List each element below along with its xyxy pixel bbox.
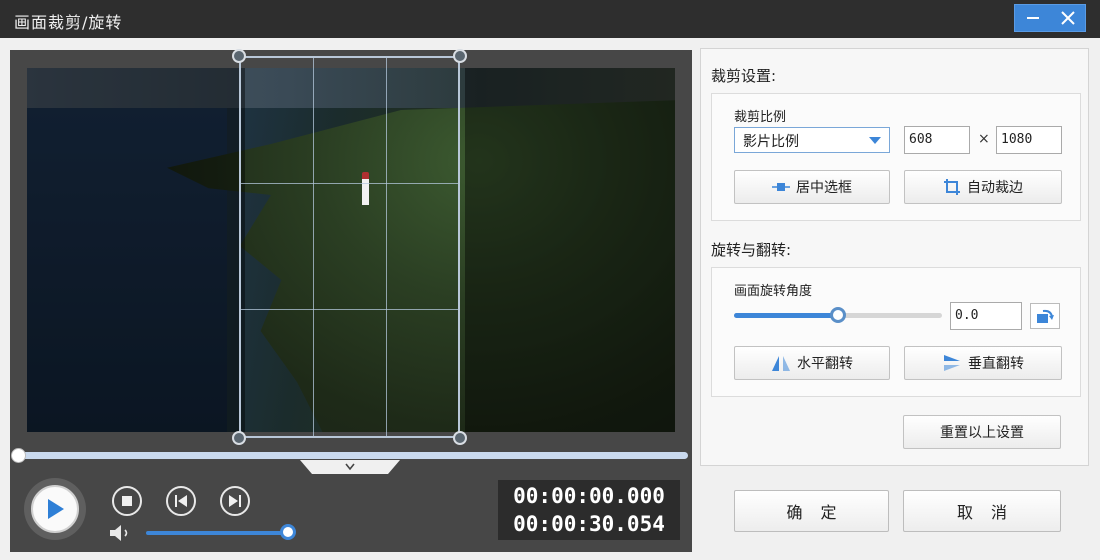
vertical-flip-icon (944, 355, 960, 371)
volume-icon[interactable] (108, 524, 134, 542)
stop-icon (122, 496, 132, 506)
preview-panel: 00:00:00.000 00:00:30.054 (10, 49, 692, 552)
title-bar: 画面裁剪/旋转 (0, 0, 1100, 38)
times-symbol: × (978, 131, 990, 147)
vertical-flip-button[interactable]: 垂直翻转 (904, 346, 1062, 380)
auto-crop-button[interactable]: 自动裁边 (904, 170, 1062, 204)
collapse-toggle[interactable] (300, 460, 400, 474)
crop-handle-bottom-left[interactable] (232, 431, 246, 445)
crop-handle-bottom-right[interactable] (453, 431, 467, 445)
close-button[interactable] (1050, 5, 1085, 31)
chevron-down-icon (345, 463, 355, 471)
crop-height-input[interactable]: 1080 (996, 126, 1062, 154)
center-selection-button[interactable]: 居中选框 (734, 170, 890, 204)
crop-shade-right (465, 68, 675, 432)
stop-button[interactable] (112, 486, 142, 516)
center-frame-icon (772, 183, 790, 191)
play-icon (48, 499, 64, 519)
cancel-button[interactable]: 取消 (903, 490, 1061, 532)
rotate-icon (1037, 309, 1054, 323)
minimize-button[interactable] (1015, 5, 1050, 31)
play-button[interactable] (24, 478, 86, 540)
close-icon (1060, 11, 1075, 25)
window-title: 画面裁剪/旋转 (14, 13, 123, 32)
settings-panel: 裁剪设置: 裁剪比例 影片比例 608 × 1080 居中选框 自动裁边 旋转与… (700, 48, 1089, 466)
rotate-section-title: 旋转与翻转: (711, 241, 792, 259)
ok-button[interactable]: 确定 (734, 490, 889, 532)
next-icon (229, 495, 241, 507)
total-time: 00:00:30.054 (513, 512, 665, 536)
crop-handle-top-right[interactable] (453, 49, 467, 63)
rotation-angle-label: 画面旋转角度 (734, 284, 813, 299)
rotation-slider-knob[interactable] (830, 307, 846, 323)
crop-handle-top-left[interactable] (232, 49, 246, 63)
crop-section-title: 裁剪设置: (711, 67, 777, 85)
next-frame-button[interactable] (220, 486, 250, 516)
crop-settings-group: 裁剪比例 影片比例 608 × 1080 居中选框 自动裁边 (711, 93, 1081, 221)
window-controls (1014, 4, 1086, 32)
auto-crop-icon (944, 179, 960, 195)
volume-knob[interactable] (280, 524, 296, 540)
timecode-display: 00:00:00.000 00:00:30.054 (498, 480, 680, 540)
previous-frame-button[interactable] (166, 486, 196, 516)
volume-slider[interactable] (146, 531, 289, 535)
rotation-angle-input[interactable]: 0.0 (950, 302, 1022, 330)
reset-settings-button[interactable]: 重置以上设置 (903, 415, 1061, 449)
minimize-icon (1026, 17, 1039, 19)
crop-selection-box[interactable] (232, 49, 467, 445)
horizontal-flip-button[interactable]: 水平翻转 (734, 346, 890, 380)
crop-ratio-label: 裁剪比例 (734, 110, 787, 125)
crop-width-input[interactable]: 608 (904, 126, 970, 154)
crop-shade-left (27, 68, 245, 432)
rotate-settings-group: 画面旋转角度 0.0 水平翻转 垂直翻转 (711, 267, 1081, 397)
previous-icon (175, 495, 187, 507)
rotate-button[interactable] (1030, 303, 1060, 329)
dialog-body: 00:00:00.000 00:00:30.054 裁剪设置: 裁剪比例 影片比… (0, 38, 1100, 560)
chevron-down-icon (869, 137, 881, 144)
horizontal-flip-icon (772, 356, 790, 371)
current-time: 00:00:00.000 (513, 484, 665, 508)
rotation-slider-fill (734, 313, 838, 318)
crop-ratio-select[interactable]: 影片比例 (734, 127, 890, 153)
timeline-knob[interactable] (11, 448, 26, 463)
timeline-slider[interactable] (10, 448, 692, 463)
